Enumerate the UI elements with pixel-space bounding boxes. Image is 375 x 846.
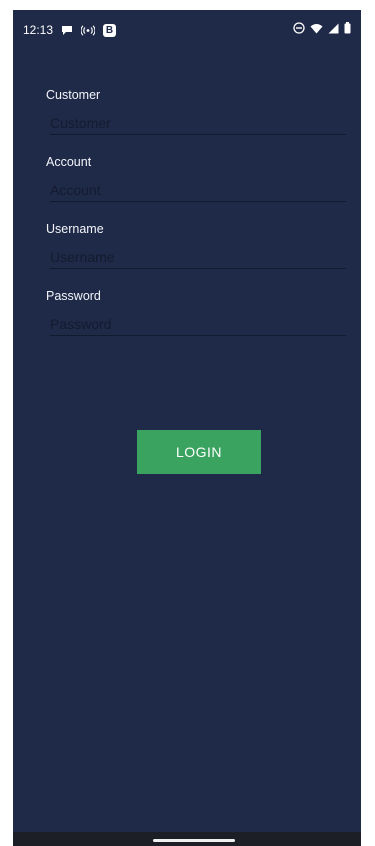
- home-indicator[interactable]: [153, 839, 235, 842]
- password-label: Password: [46, 289, 101, 303]
- account-input[interactable]: [50, 179, 346, 202]
- do-not-disturb-icon: [293, 22, 305, 34]
- login-button[interactable]: LOGIN: [137, 430, 261, 474]
- navigation-bar: [13, 832, 361, 846]
- login-form: Customer Account Username Password: [46, 88, 346, 356]
- customer-label: Customer: [46, 88, 101, 102]
- status-bar-right: [293, 22, 351, 34]
- b-badge-icon: B: [103, 23, 117, 37]
- battery-icon: [344, 22, 351, 34]
- account-label: Account: [46, 155, 92, 169]
- chat-bubble-icon: [61, 25, 73, 36]
- customer-input[interactable]: [50, 112, 346, 135]
- status-bar-left: 12:13 B: [23, 23, 117, 37]
- app-screen: 12:13 B Customer Customer Account Accoun…: [13, 10, 361, 846]
- status-time: 12:13: [23, 23, 54, 37]
- wifi-icon: [310, 23, 323, 34]
- account-field: Account: [46, 155, 346, 222]
- username-input[interactable]: [50, 246, 346, 269]
- signal-icon: [328, 23, 339, 34]
- customer-field: Customer: [46, 88, 346, 155]
- username-label: Username: [46, 222, 104, 236]
- username-field: Username: [46, 222, 346, 289]
- status-bar: 12:13 B: [13, 10, 361, 50]
- password-field: Password: [46, 289, 346, 356]
- hotspot-icon: [81, 24, 96, 36]
- password-input[interactable]: [50, 313, 346, 336]
